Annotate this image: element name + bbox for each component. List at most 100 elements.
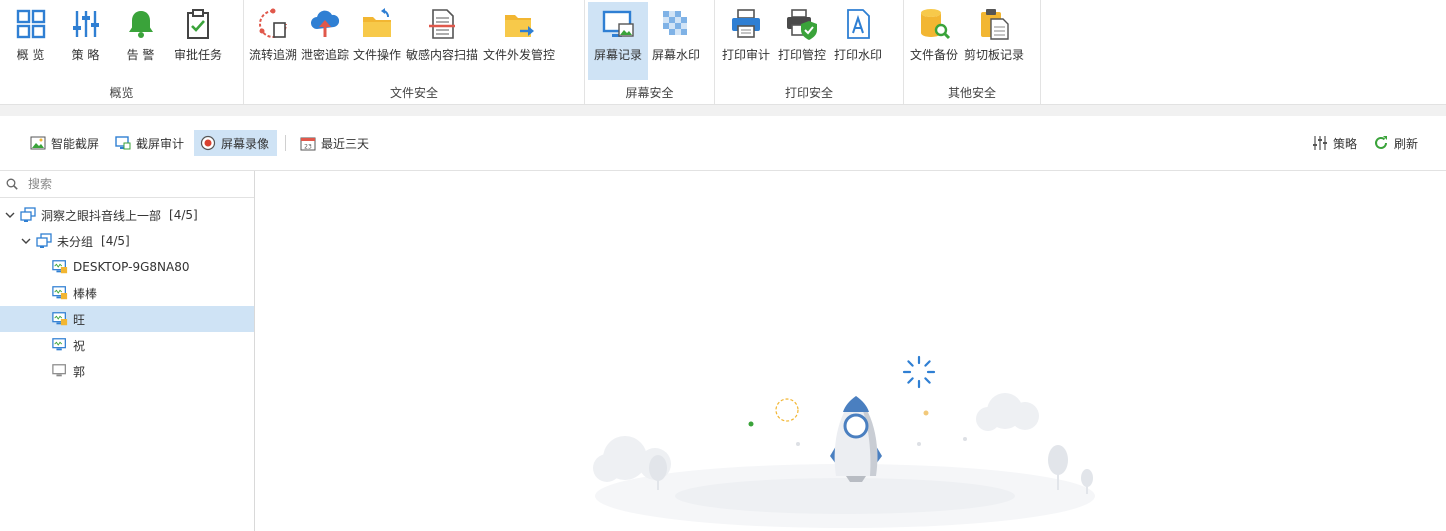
flow-trace-icon — [255, 6, 291, 42]
computer-offline-icon — [52, 363, 68, 379]
sliders-icon — [68, 6, 104, 42]
print-audit-button[interactable]: 打印审计 — [718, 2, 774, 80]
folder-send-icon — [501, 6, 537, 42]
search-box — [0, 171, 254, 198]
chevron-down-icon[interactable] — [20, 235, 32, 247]
alert-button[interactable]: 告 警 — [113, 2, 168, 80]
chevron-down-icon[interactable] — [4, 209, 16, 221]
ribbon-group-other-security: 文件备份 剪切板记录 其他安全 — [904, 0, 1041, 104]
tree-node-device[interactable]: 旺 — [0, 306, 254, 332]
printer-icon — [728, 6, 764, 42]
network-group-icon — [36, 233, 52, 249]
bell-icon — [123, 6, 159, 42]
tree-node-group[interactable]: 未分组 [4/5] — [0, 228, 254, 254]
policy-toolbar-button[interactable]: 策略 — [1306, 130, 1365, 156]
clipboard-record-button-label: 剪切板记录 — [964, 48, 1025, 62]
ribbon-group-label: 概览 — [109, 86, 134, 101]
tree-node-label: 旺 — [73, 312, 86, 327]
cloud-upload-icon — [307, 6, 343, 42]
tree-node-count: [4/5] — [101, 234, 130, 248]
tree-node-label: 未分组 — [57, 234, 94, 249]
ribbon-group-label: 其他安全 — [947, 86, 996, 101]
toolbar: 智能截屏 截屏审计 屏幕录像 23 最近三天 策略 刷新 — [0, 116, 1446, 171]
tree-node-device[interactable]: DESKTOP-9G8NA80 — [0, 254, 254, 280]
device-tree: 洞察之眼抖音线上一部 [4/5] 未分组 [4/5] DESKTOP-9G8NA… — [0, 198, 254, 384]
ribbon-group-label: 屏幕安全 — [625, 86, 674, 101]
flow-trace-button[interactable]: 流转追溯 — [247, 2, 299, 80]
tree-node-count: [4/5] — [169, 208, 198, 222]
sensitive-scan-button[interactable]: 敏感内容扫描 — [403, 2, 481, 80]
calendar-icon: 23 — [300, 135, 316, 151]
sensitive-scan-button-label: 敏感内容扫描 — [406, 48, 479, 62]
smart-capture-label: 智能截屏 — [51, 136, 100, 151]
refresh-button[interactable]: 刷新 — [1367, 130, 1426, 156]
date-range-label: 最近三天 — [321, 136, 370, 151]
file-backup-button[interactable]: 文件备份 — [907, 2, 961, 80]
grid-icon — [13, 6, 49, 42]
print-watermark-button-label: 打印水印 — [833, 48, 882, 62]
smart-capture-button[interactable]: 智能截屏 — [24, 130, 107, 156]
search-input[interactable] — [26, 176, 240, 192]
screen-watermark-button[interactable]: 屏幕水印 — [648, 2, 704, 80]
tree-node-label: 洞察之眼抖音线上一部 — [41, 208, 162, 223]
recording-content-area — [255, 171, 1446, 531]
device-tree-panel: 洞察之眼抖音线上一部 [4/5] 未分组 [4/5] DESKTOP-9G8NA… — [0, 171, 255, 531]
monitor-image-icon — [600, 6, 636, 42]
ribbon: 概 览 策 略 告 警 审批任务 概览 流转追溯 泄密追踪 文件操作 敏感内容扫… — [0, 0, 1446, 104]
picture-icon — [30, 135, 46, 151]
document-scan-icon — [424, 6, 460, 42]
print-watermark-button[interactable]: 打印水印 — [830, 2, 886, 80]
ribbon-separator — [0, 104, 1446, 116]
clipboard-record-button[interactable]: 剪切板记录 — [961, 2, 1027, 80]
tree-node-device[interactable]: 祝 — [0, 332, 254, 358]
ribbon-group-overview: 概 览 策 略 告 警 审批任务 概览 — [0, 0, 244, 104]
tree-node-root[interactable]: 洞察之眼抖音线上一部 [4/5] — [0, 202, 254, 228]
screen-watermark-button-label: 屏幕水印 — [651, 48, 700, 62]
refresh-label: 刷新 — [1393, 136, 1418, 151]
overview-button[interactable]: 概 览 — [3, 2, 58, 80]
policy-toolbar-label: 策略 — [1332, 136, 1357, 151]
leak-tracking-button-label: 泄密追踪 — [301, 48, 350, 62]
file-backup-button-label: 文件备份 — [910, 48, 959, 62]
computer-locked-icon — [52, 311, 68, 327]
database-search-icon — [916, 6, 952, 42]
tree-node-device[interactable]: 棒棒 — [0, 280, 254, 306]
ribbon-group-label: 文件安全 — [389, 86, 438, 101]
network-group-icon — [20, 207, 36, 223]
screen-record-button-label: 屏幕记录 — [593, 48, 642, 62]
tree-node-label: 棒棒 — [73, 286, 98, 301]
computer-online-icon — [52, 337, 68, 353]
ribbon-group-screen-security: 屏幕记录 屏幕水印 屏幕安全 — [585, 0, 715, 104]
leak-tracking-button[interactable]: 泄密追踪 — [299, 2, 351, 80]
print-audit-button-label: 打印审计 — [721, 48, 770, 62]
screen-record-button[interactable]: 屏幕记录 — [588, 2, 648, 80]
tree-node-label: DESKTOP-9G8NA80 — [73, 260, 190, 274]
print-control-button[interactable]: 打印管控 — [774, 2, 830, 80]
file-send-control-button[interactable]: 文件外发管控 — [481, 2, 557, 80]
capture-audit-label: 截屏审计 — [136, 136, 185, 151]
tree-node-label: 郭 — [73, 364, 86, 379]
capture-audit-button[interactable]: 截屏审计 — [109, 130, 192, 156]
screen-recording-button[interactable]: 屏幕录像 — [194, 130, 278, 156]
ribbon-group-print-security: 打印审计 打印管控 打印水印 打印安全 — [715, 0, 904, 104]
flow-trace-button-label: 流转追溯 — [249, 48, 298, 62]
record-icon — [200, 135, 216, 151]
date-range-button[interactable]: 23 最近三天 — [294, 130, 377, 156]
folder-arrow-icon — [359, 6, 395, 42]
file-operation-button[interactable]: 文件操作 — [351, 2, 403, 80]
tree-node-label: 祝 — [73, 338, 86, 353]
clipboard-doc-icon — [976, 6, 1012, 42]
toolbar-divider — [285, 135, 287, 151]
computer-locked-icon — [52, 259, 68, 275]
policy-button-label: 策 略 — [71, 48, 100, 62]
printer-shield-icon — [784, 6, 820, 42]
letter-a-doc-icon — [840, 6, 876, 42]
monitor-capture-icon — [115, 135, 131, 151]
print-control-button-label: 打印管控 — [777, 48, 826, 62]
policy-button[interactable]: 策 略 — [58, 2, 113, 80]
ribbon-group-label: 打印安全 — [784, 86, 833, 101]
tree-node-device[interactable]: 郭 — [0, 358, 254, 384]
approval-tasks-button[interactable]: 审批任务 — [168, 2, 228, 80]
approval-tasks-button-label: 审批任务 — [173, 48, 222, 62]
ribbon-group-file-security: 流转追溯 泄密追踪 文件操作 敏感内容扫描 文件外发管控 文件安全 — [244, 0, 585, 104]
